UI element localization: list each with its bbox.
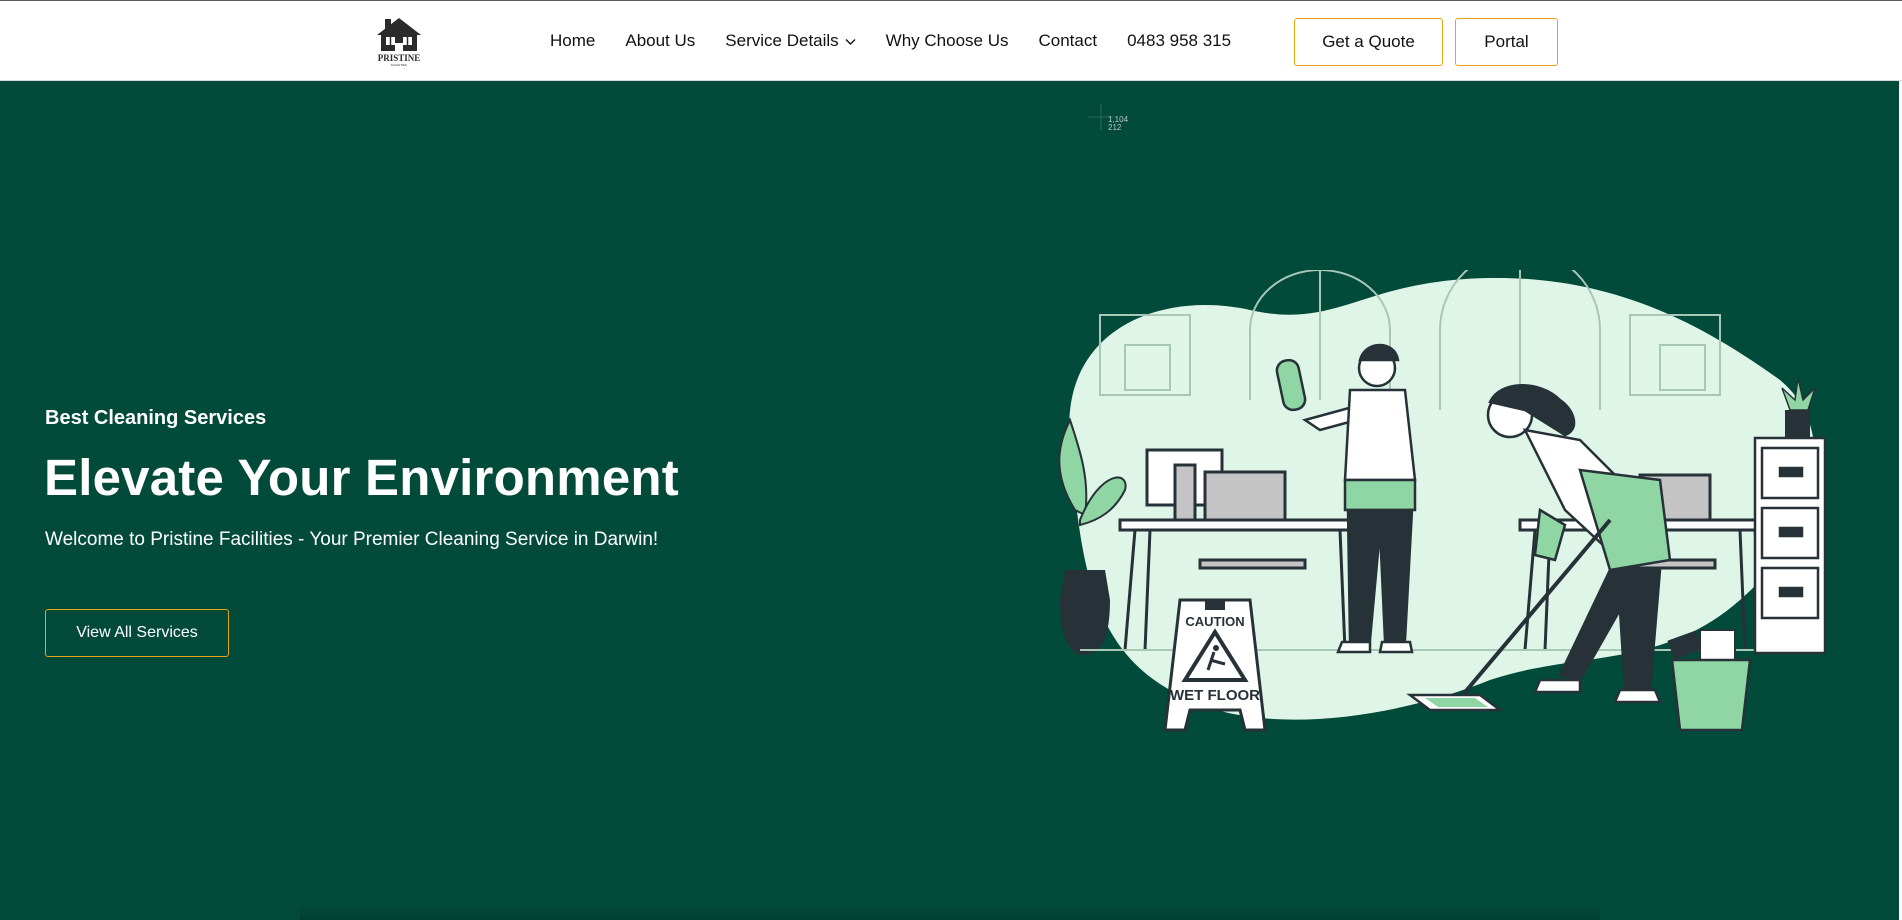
- caution-sign: CAUTION WET FLOOR: [1163, 598, 1267, 732]
- view-all-services-button[interactable]: View All Services: [45, 609, 229, 657]
- nav-about-us[interactable]: About Us: [625, 31, 695, 51]
- cleaning-illustration: CAUTION WET FLOOR: [1020, 249, 1830, 740]
- portal-button[interactable]: Portal: [1455, 18, 1558, 66]
- cursor-y-readout: 212: [1108, 123, 1122, 132]
- cursor-coordinates: 1,104 212: [1108, 116, 1128, 132]
- get-a-quote-button[interactable]: Get a Quote: [1294, 18, 1443, 66]
- logo-text: PRISTINE: [377, 53, 421, 63]
- nav-home[interactable]: Home: [550, 31, 595, 51]
- main-menu: Home About Us Service Details Why Choose…: [550, 1, 1261, 81]
- chevron-down-icon: [845, 31, 856, 51]
- cleaning-bucket: [1667, 629, 1752, 732]
- company-logo[interactable]: PRISTINE FACILITIES: [369, 15, 429, 67]
- hero-eyebrow: Best Cleaning Services: [45, 407, 267, 429]
- hero-headline: Elevate Your Environment: [44, 449, 679, 506]
- nav-service-details-label: Service Details: [725, 31, 839, 50]
- crosshair-cursor: 1,104 212: [1088, 104, 1136, 136]
- caution-sign-bottom-text: WET FLOOR: [1170, 687, 1260, 704]
- hero-subtext: Welcome to Pristine Facilities - Your Pr…: [45, 529, 659, 550]
- caution-sign-top-text: CAUTION: [1185, 614, 1244, 629]
- logo-subtext: FACILITIES: [391, 63, 407, 67]
- filing-cabinet: [1753, 436, 1827, 655]
- mop-head: [1406, 693, 1504, 712]
- nav-phone-number[interactable]: 0483 958 315: [1127, 31, 1231, 51]
- nav-why-choose-us[interactable]: Why Choose Us: [886, 31, 1009, 51]
- top-navigation-bar: PRISTINE FACILITIES Home About Us Servic…: [0, 0, 1902, 81]
- section-bottom-shadow: [300, 905, 1600, 920]
- nav-service-details[interactable]: Service Details: [725, 31, 856, 51]
- nav-contact[interactable]: Contact: [1039, 31, 1098, 51]
